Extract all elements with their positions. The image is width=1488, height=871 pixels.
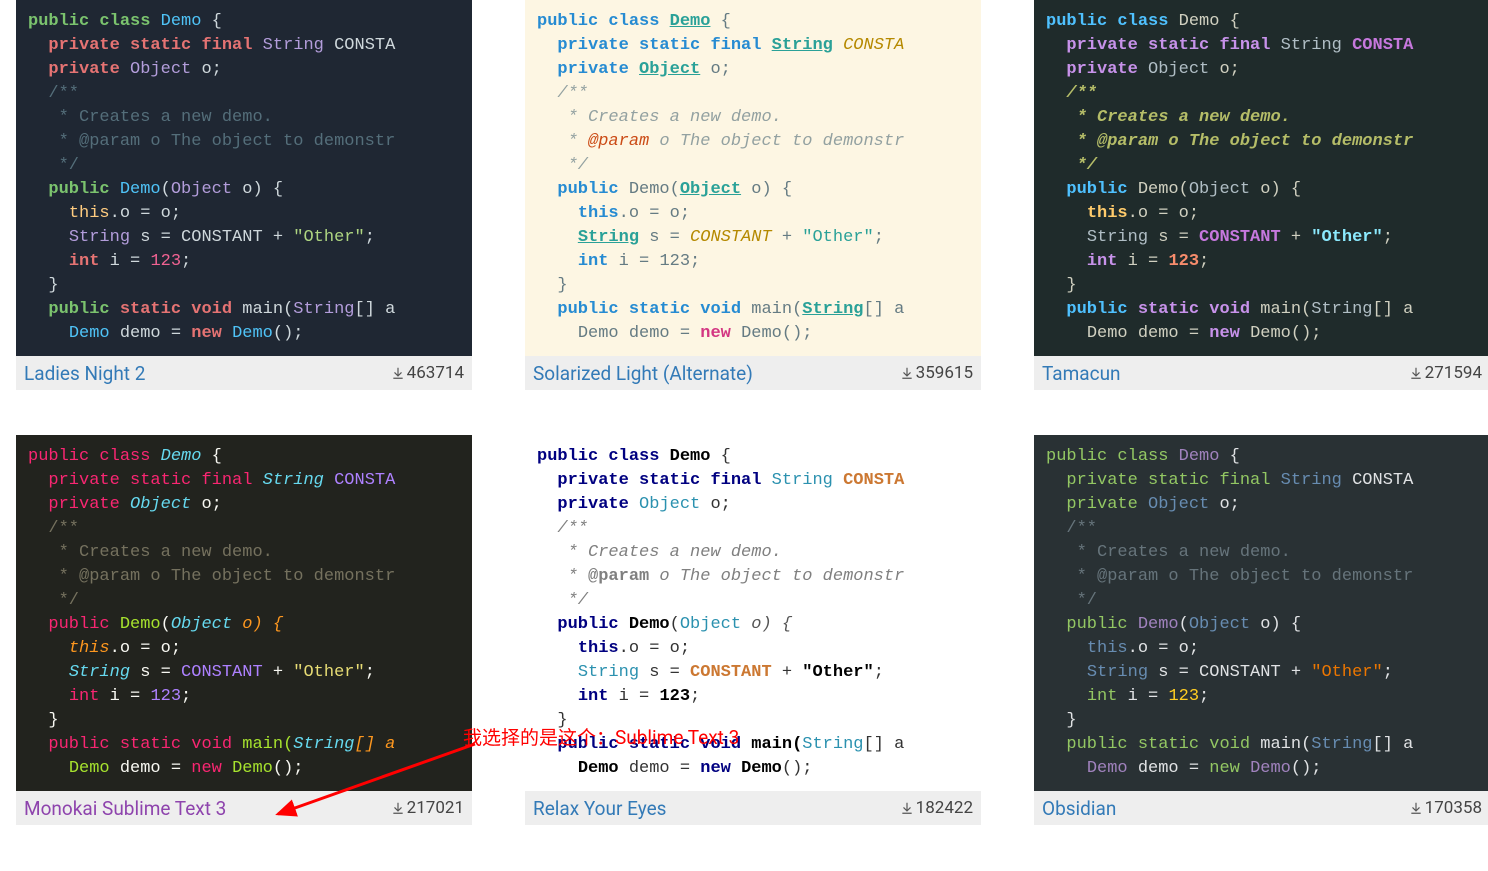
theme-card-monokai-sublime[interactable]: public class Demo { private static final…	[16, 435, 472, 825]
code-preview: public class Demo { private static final…	[16, 435, 472, 791]
code-preview: public class Demo { private static final…	[525, 435, 981, 791]
theme-footer: Relax Your Eyes 182422	[525, 791, 981, 825]
theme-footer: Monokai Sublime Text 3 217021	[16, 791, 472, 825]
theme-footer: Ladies Night 2 463714	[16, 356, 472, 390]
theme-name-link[interactable]: Solarized Light (Alternate)	[533, 362, 753, 385]
download-count[interactable]: 217021	[391, 798, 464, 818]
download-count[interactable]: 463714	[391, 363, 464, 383]
theme-card-solarized-light[interactable]: public class Demo { private static final…	[525, 0, 981, 390]
theme-name-link[interactable]: Tamacun	[1042, 362, 1121, 385]
theme-name-link[interactable]: Ladies Night 2	[24, 362, 145, 385]
download-icon	[900, 801, 914, 815]
theme-grid: public class Demo { private static final…	[0, 0, 1488, 825]
download-icon	[1409, 801, 1423, 815]
download-count[interactable]: 359615	[900, 363, 973, 383]
theme-card-ladies-night-2[interactable]: public class Demo { private static final…	[16, 0, 472, 390]
download-count[interactable]: 170358	[1409, 798, 1482, 818]
download-count[interactable]: 271594	[1409, 363, 1482, 383]
theme-footer: Solarized Light (Alternate) 359615	[525, 356, 981, 390]
theme-card-relax-your-eyes[interactable]: public class Demo { private static final…	[525, 435, 981, 825]
theme-name-link[interactable]: Monokai Sublime Text 3	[24, 797, 226, 820]
download-icon	[391, 801, 405, 815]
theme-footer: Obsidian 170358	[1034, 791, 1488, 825]
theme-card-tamacun[interactable]: public class Demo { private static final…	[1034, 0, 1488, 390]
code-preview: public class Demo { private static final…	[16, 0, 472, 356]
theme-name-link[interactable]: Obsidian	[1042, 797, 1116, 820]
download-icon	[391, 366, 405, 380]
code-preview: public class Demo { private static final…	[1034, 435, 1488, 791]
download-count[interactable]: 182422	[900, 798, 973, 818]
theme-footer: Tamacun 271594	[1034, 356, 1488, 390]
theme-card-obsidian[interactable]: public class Demo { private static final…	[1034, 435, 1488, 825]
code-preview: public class Demo { private static final…	[1034, 0, 1488, 356]
download-icon	[900, 366, 914, 380]
code-preview: public class Demo { private static final…	[525, 0, 981, 356]
download-icon	[1409, 366, 1423, 380]
theme-name-link[interactable]: Relax Your Eyes	[533, 797, 666, 820]
